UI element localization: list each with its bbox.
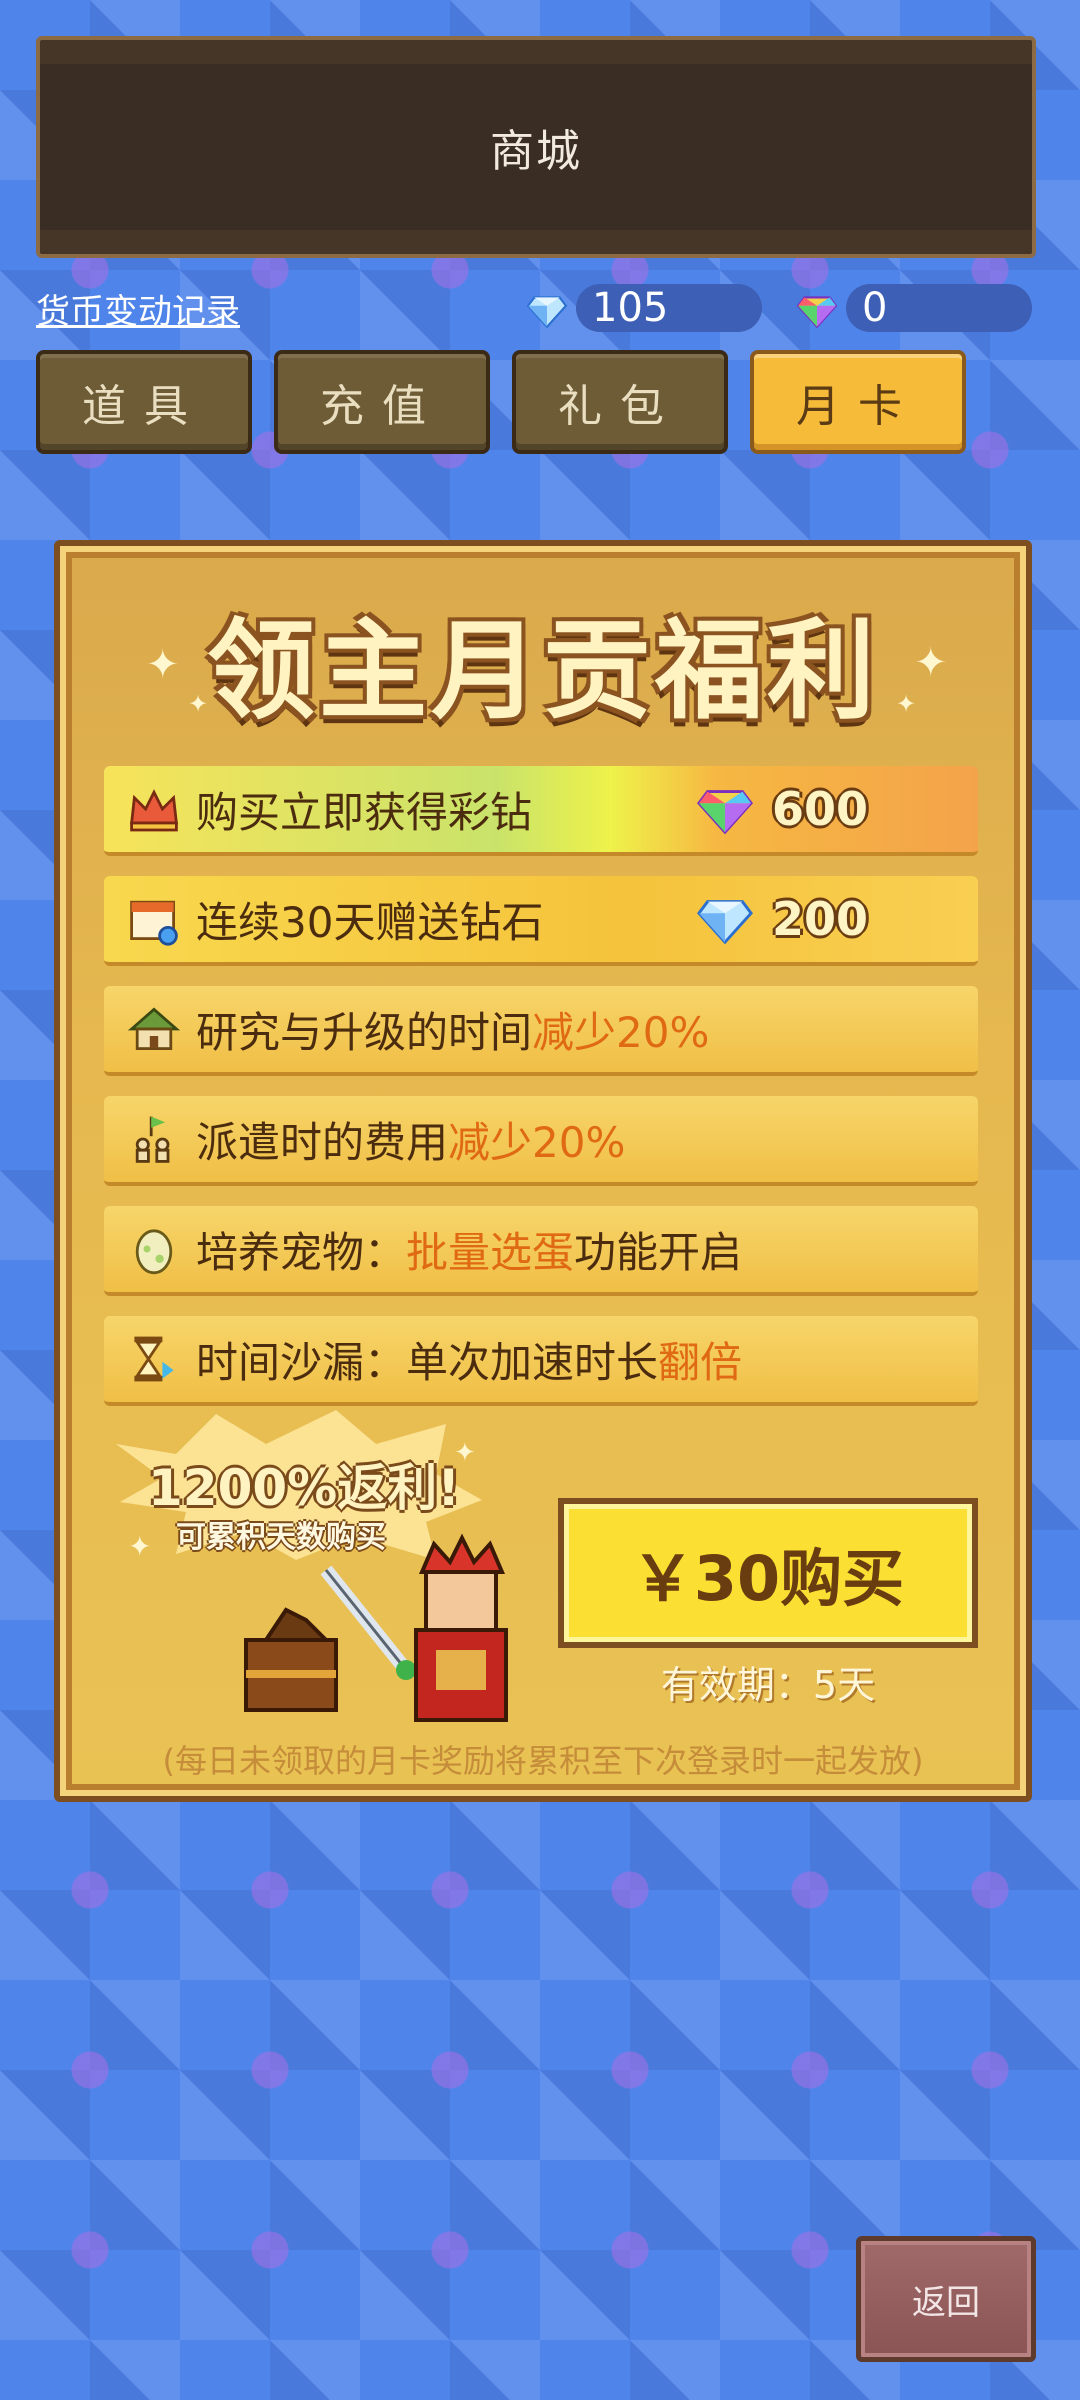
diamond-icon — [526, 296, 568, 329]
egg-icon — [135, 1229, 173, 1275]
benefit-row: 研究与升级的时间 减少20% — [104, 986, 978, 1076]
rainbow-diamond-count: 0 — [846, 284, 1032, 332]
crown-icon — [130, 789, 178, 832]
benefit-highlight: 翻倍 — [658, 1337, 743, 1387]
diamond-icon — [696, 900, 753, 945]
rainbow-diamond-icon — [696, 790, 753, 835]
footnote-text: (每日未领取的月卡奖励将累积至下次登录时一起发放) — [162, 1742, 924, 1780]
tab-gift-pack[interactable]: 礼包 — [512, 350, 728, 454]
benefit-text: 连续30天赠送钻石 — [196, 897, 544, 947]
benefit-highlight: 批量选蛋 — [406, 1227, 575, 1277]
diamond-count: 105 — [576, 284, 762, 332]
hourglass-icon — [134, 1336, 174, 1382]
tab-recharge[interactable]: 充值 — [274, 350, 490, 454]
benefit-text: 研究与升级的时间 — [196, 1007, 533, 1057]
benefit-row: 培养宠物： 批量选蛋 功能开启 — [104, 1206, 978, 1296]
tab-monthly-card[interactable]: 月卡 — [750, 350, 966, 454]
benefit-row: 时间沙漏：单次加速时长 翻倍 — [104, 1316, 978, 1406]
promo-rebate-text: 1200%返利! — [148, 1459, 461, 1517]
benefit-row: 派遣时的费用 减少20% — [104, 1096, 978, 1186]
benefit-text: 时间沙漏：单次加速时长 — [196, 1337, 659, 1387]
benefit-text: 派遣时的费用 — [196, 1117, 449, 1167]
benefit-highlight: 减少20% — [532, 1007, 710, 1057]
benefit-value-number: 200 — [771, 892, 868, 946]
calendar-icon — [130, 900, 178, 946]
card-banner-title: 领主月贡福利 — [206, 609, 879, 734]
benefit-value: 600 — [696, 780, 868, 838]
validity-text: 有效期：5天 — [660, 1663, 876, 1707]
flag-people-icon — [135, 1116, 170, 1163]
diamond-count-value: 105 — [592, 285, 669, 331]
back-button[interactable]: 返回 — [856, 2236, 1036, 2362]
benefit-value-number: 600 — [771, 782, 868, 836]
page-title: 商城 — [490, 126, 582, 177]
benefit-suffix: 功能开启 — [574, 1227, 743, 1277]
benefit-row: 购买立即获得彩钻 600 — [104, 766, 978, 856]
tab-items[interactable]: 道具 — [36, 350, 252, 454]
benefit-text: 购买立即获得彩钻 — [196, 787, 533, 837]
page-header: 商城 — [36, 36, 1036, 258]
benefit-row: 连续30天赠送钻石 200 — [104, 876, 978, 966]
currency-history-link[interactable]: 货币变动记录 — [36, 284, 240, 333]
hero-character-illustration — [244, 1533, 508, 1722]
benefit-highlight: 减少20% — [448, 1117, 626, 1167]
benefit-text: 培养宠物： — [196, 1227, 407, 1277]
benefit-value: 200 — [696, 890, 868, 948]
sparkle-icon: ✦ — [128, 1530, 152, 1563]
buy-button[interactable]: ￥30购买 — [558, 1498, 978, 1648]
rainbow-diamond-icon — [796, 296, 838, 329]
house-icon — [127, 1007, 181, 1050]
rainbow-diamond-count-value: 0 — [862, 285, 888, 331]
